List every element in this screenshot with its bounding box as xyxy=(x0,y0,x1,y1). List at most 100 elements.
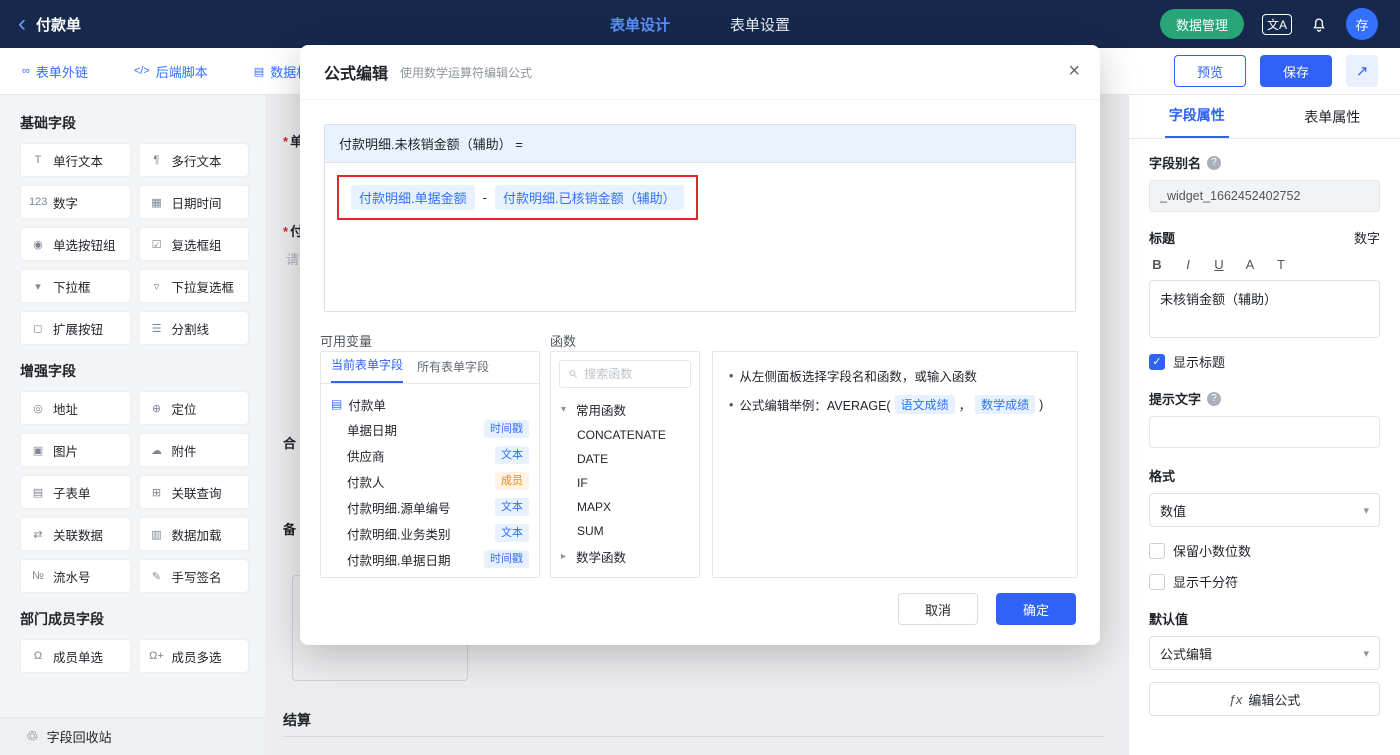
thousand-checkbox[interactable] xyxy=(1149,573,1165,590)
tab-form-settings[interactable]: 表单设置 xyxy=(730,14,790,35)
tab-form-design[interactable]: 表单设计 xyxy=(610,14,670,35)
field-item-data-load[interactable]: ▥ 数据加载 xyxy=(138,517,249,551)
field-item-image[interactable]: ▣ 图片 xyxy=(20,433,131,467)
help-icon[interactable]: ? xyxy=(1207,155,1222,170)
topbar-nav: 表单设计 表单设置 xyxy=(610,14,790,35)
variable-item[interactable]: 付款明细.源单编号 文本 xyxy=(331,494,529,520)
show-title-checkbox-row[interactable]: ✓ 显示标题 xyxy=(1149,352,1380,371)
title-label: 标题 xyxy=(1149,231,1176,246)
function-item[interactable]: DATE xyxy=(551,447,699,471)
group-label: 文本函数 xyxy=(576,574,626,577)
field-item-location[interactable]: ⊕ 定位 xyxy=(138,391,249,425)
divider-icon: ☰ xyxy=(151,322,162,335)
data-manage-button[interactable]: 数据管理 xyxy=(1159,9,1244,39)
member-multi-icon: Ω+ xyxy=(149,650,164,662)
save-button[interactable]: 保存 xyxy=(1259,55,1332,87)
number-icon: 123 xyxy=(29,196,48,208)
tree-root-form[interactable]: ▤ 付款单 xyxy=(331,392,529,416)
formula-editor[interactable]: 付款明细.单据金额 - 付款明细.已核销金额（辅助） xyxy=(325,163,1075,311)
help-icon[interactable]: ? xyxy=(1207,391,1222,406)
language-icon[interactable]: 文A xyxy=(1261,13,1292,35)
field-item-divider[interactable]: ☰ 分割线 xyxy=(138,311,249,345)
field-item-member-single[interactable]: Ω 成员单选 xyxy=(20,639,131,673)
field-item-attachment[interactable]: ☁ 附件 xyxy=(138,433,249,467)
bold-button[interactable]: B xyxy=(1149,257,1165,272)
avatar[interactable]: 存 xyxy=(1346,8,1378,40)
function-group-common[interactable]: ▾ 常用函数 xyxy=(551,396,699,423)
field-item-multi-dropdown[interactable]: ▿ 下拉复选框 xyxy=(138,269,249,303)
toolbar-links: ∞ 表单外链 </> 后端脚本 ▤ 数据权限 xyxy=(22,62,322,81)
field-item-serial-number[interactable]: № 流水号 xyxy=(20,559,131,593)
field-item-dropdown[interactable]: ▾ 下拉框 xyxy=(20,269,131,303)
function-item[interactable]: IF xyxy=(551,471,699,495)
tab-form-properties[interactable]: 表单属性 xyxy=(1265,95,1400,138)
back-icon[interactable]: ‹ xyxy=(18,12,26,36)
formula-field-chip[interactable]: 付款明细.单据金额 xyxy=(351,185,475,210)
variables-tabs: 当前表单字段 所有表单字段 xyxy=(321,352,539,384)
function-search-input[interactable] xyxy=(584,367,682,381)
field-item-datetime[interactable]: ▦ 日期时间 xyxy=(138,185,249,219)
field-item-address[interactable]: ◎ 地址 xyxy=(20,391,131,425)
field-item-extend-button[interactable]: ◻ 扩展按钮 xyxy=(20,311,131,345)
page-title[interactable]: 付款单 xyxy=(36,14,81,35)
properties-body: 字段别名 ? 标题 数字 B I U A T 未核销金额（辅助） ✓ 显示标题 … xyxy=(1129,139,1400,716)
field-label: 复选框组 xyxy=(171,238,222,253)
field-item-radio-group[interactable]: ◉ 单选按钮组 xyxy=(20,227,131,261)
field-item-subform[interactable]: ▤ 子表单 xyxy=(20,475,131,509)
function-search[interactable] xyxy=(559,360,691,388)
field-recycle-bin[interactable]: ♲ 字段回收站 xyxy=(0,717,265,755)
thousand-checkbox-row[interactable]: 显示千分符 xyxy=(1149,572,1380,591)
radio-icon: ◉ xyxy=(33,238,43,251)
share-icon[interactable]: ↗ xyxy=(1346,55,1378,87)
function-item[interactable]: SUM xyxy=(551,519,699,543)
formula-field-chip[interactable]: 付款明细.已核销金额（辅助） xyxy=(494,185,684,210)
font-size-button[interactable]: T xyxy=(1273,257,1289,272)
extend-button-icon: ◻ xyxy=(33,322,43,335)
title-row: 标题 数字 xyxy=(1149,228,1380,247)
field-item-signature[interactable]: ✎ 手写签名 xyxy=(138,559,249,593)
bullet-icon: • xyxy=(729,368,734,383)
field-item-related-query[interactable]: ⊞ 关联查询 xyxy=(138,475,249,509)
confirm-button[interactable]: 确定 xyxy=(995,593,1076,625)
example-chip: 语文成绩 xyxy=(894,395,955,414)
function-group-text[interactable]: ▸ 文本函数 xyxy=(551,570,699,577)
variable-item[interactable]: 供应商 文本 xyxy=(331,442,529,468)
title-textarea[interactable]: 未核销金额（辅助） xyxy=(1149,280,1380,338)
function-group-math[interactable]: ▸ 数学函数 xyxy=(551,543,699,570)
field-item-related-data[interactable]: ⇄ 关联数据 xyxy=(20,517,131,551)
tab-all-form-fields[interactable]: 所有表单字段 xyxy=(417,352,489,383)
function-item[interactable]: MAPX xyxy=(551,495,699,519)
variable-item[interactable]: 单据日期 时间戳 xyxy=(331,416,529,442)
form-external-link[interactable]: ∞ 表单外链 xyxy=(22,62,88,81)
format-select[interactable]: 数值 ▾ xyxy=(1149,493,1380,527)
variable-item[interactable]: 付款明细.单据日期 时间戳 xyxy=(331,546,529,572)
formula-edit-modal: 公式编辑 使用数学运算符编辑公式 × 付款明细.未核销金额（辅助） = 付款明细… xyxy=(300,45,1100,645)
underline-button[interactable]: U xyxy=(1211,257,1227,272)
cancel-button[interactable]: 取消 xyxy=(897,593,978,625)
alias-input[interactable] xyxy=(1149,180,1380,212)
chevron-down-icon: ▾ xyxy=(561,404,567,415)
field-item-checkbox-group[interactable]: ☑ 复选框组 xyxy=(138,227,249,261)
variable-item[interactable]: 付款人 成员 xyxy=(331,468,529,494)
field-type-tag: 成员 xyxy=(495,472,529,490)
backend-script-link[interactable]: </> 后端脚本 xyxy=(134,62,208,81)
hint-input[interactable] xyxy=(1149,416,1380,448)
bell-icon[interactable] xyxy=(1310,15,1328,33)
field-item-member-multi[interactable]: Ω+ 成员多选 xyxy=(138,639,249,673)
edit-formula-button[interactable]: ƒx 编辑公式 xyxy=(1149,682,1380,716)
italic-button[interactable]: I xyxy=(1180,257,1196,272)
tab-field-properties[interactable]: 字段属性 xyxy=(1129,95,1265,138)
show-title-checkbox[interactable]: ✓ xyxy=(1149,353,1165,370)
field-item-multi-text[interactable]: ¶ 多行文本 xyxy=(138,143,249,177)
variable-item[interactable]: 付款明细.业务类别 文本 xyxy=(331,520,529,546)
decimal-checkbox-row[interactable]: 保留小数位数 xyxy=(1149,541,1380,560)
function-item[interactable]: CONCATENATE xyxy=(551,423,699,447)
preview-button[interactable]: 预览 xyxy=(1173,55,1246,87)
field-item-single-text[interactable]: T 单行文本 xyxy=(20,143,131,177)
default-value-select[interactable]: 公式编辑 ▾ xyxy=(1149,636,1380,670)
font-color-button[interactable]: A xyxy=(1242,257,1258,272)
field-item-number[interactable]: 123 数字 xyxy=(20,185,131,219)
tab-current-form-fields[interactable]: 当前表单字段 xyxy=(331,352,404,383)
decimal-checkbox[interactable] xyxy=(1149,542,1165,559)
close-icon[interactable]: × xyxy=(1068,61,1080,81)
